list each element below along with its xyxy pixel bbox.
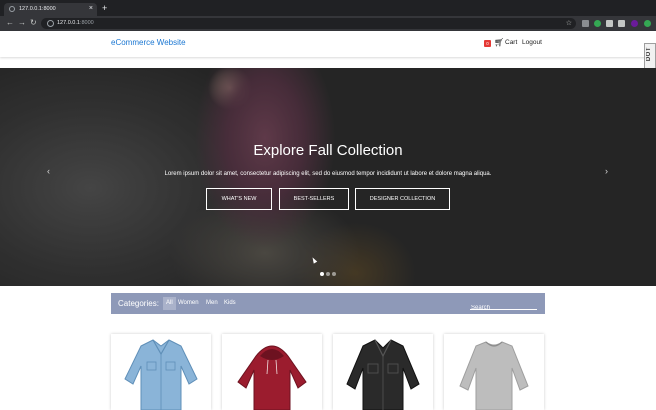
carousel-indicator-1[interactable] xyxy=(320,272,324,276)
category-women[interactable]: Women xyxy=(175,297,202,310)
hero-title: Explore Fall Collection xyxy=(253,142,403,159)
site-header: eCommerce Website 0 🛒︎ Cart Logout xyxy=(0,31,656,57)
puzzle-icon[interactable] xyxy=(606,20,613,27)
cart-count-badge: 0 xyxy=(484,40,491,47)
tab-title: 127.0.0.1:8000 xyxy=(19,6,56,12)
browser-tab[interactable]: 127.0.0.1:8000 × xyxy=(4,3,97,16)
denim-shirt-image xyxy=(124,339,198,410)
carousel-indicator-2[interactable] xyxy=(326,272,330,276)
category-kids[interactable]: Kids xyxy=(221,297,239,310)
hero-carousel: Explore Fall Collection Lorem ipsum dolo… xyxy=(0,68,656,286)
cart-icon[interactable]: 🛒︎ xyxy=(494,38,504,47)
best-sellers-button[interactable]: BEST-SELLERS xyxy=(279,188,349,210)
url-text: 127.0.0.1:8000 xyxy=(57,20,94,26)
extension-icon[interactable] xyxy=(582,20,589,27)
brand-link[interactable]: eCommerce Website xyxy=(111,38,186,47)
browser-toolbar: ← → ↻ 127.0.0.1:8000 ☆ xyxy=(0,16,656,31)
cart-link[interactable]: Cart xyxy=(505,39,517,46)
update-icon[interactable] xyxy=(644,20,651,27)
product-card[interactable] xyxy=(444,334,544,410)
search-input[interactable] xyxy=(470,301,537,315)
black-denim-jacket-image xyxy=(346,339,420,410)
category-men[interactable]: Men xyxy=(203,297,221,310)
profile-avatar-icon[interactable] xyxy=(631,20,638,27)
grey-sweater-image xyxy=(459,341,529,410)
address-bar[interactable]: 127.0.0.1:8000 ☆ xyxy=(41,18,576,29)
carousel-prev-icon[interactable]: ‹ xyxy=(47,166,50,176)
designer-collection-button[interactable]: DESIGNER COLLECTION xyxy=(355,188,450,210)
red-hoodie-image xyxy=(237,345,307,410)
whats-new-button[interactable]: WHAT'S NEW xyxy=(206,188,272,210)
categories-bar: Categories: All Women Men Kids xyxy=(111,293,545,315)
close-tab-icon[interactable]: × xyxy=(89,4,93,14)
hero-description: Lorem ipsum dolor sit amet, consectetur … xyxy=(164,171,492,177)
bookmark-star-icon[interactable]: ☆ xyxy=(566,18,572,29)
extension-green-icon[interactable] xyxy=(594,20,601,27)
search-field[interactable] xyxy=(470,296,537,315)
back-button[interactable]: ← xyxy=(6,17,14,29)
product-card[interactable] xyxy=(111,334,211,410)
site-info-icon[interactable] xyxy=(47,20,54,27)
logout-link[interactable]: Logout xyxy=(522,39,542,46)
category-all[interactable]: All xyxy=(163,297,176,310)
categories-label: Categories: xyxy=(118,299,159,308)
forward-button[interactable]: → xyxy=(18,17,26,29)
reading-list-icon[interactable] xyxy=(618,20,625,27)
product-card[interactable] xyxy=(222,334,322,410)
reload-button[interactable]: ↻ xyxy=(30,17,37,29)
globe-icon xyxy=(9,6,15,12)
browser-tab-bar: 127.0.0.1:8000 × + xyxy=(0,0,656,16)
product-card[interactable] xyxy=(333,334,433,410)
carousel-indicator-3[interactable] xyxy=(332,272,336,276)
new-tab-button[interactable]: + xyxy=(102,3,107,13)
carousel-next-icon[interactable]: › xyxy=(605,166,608,176)
